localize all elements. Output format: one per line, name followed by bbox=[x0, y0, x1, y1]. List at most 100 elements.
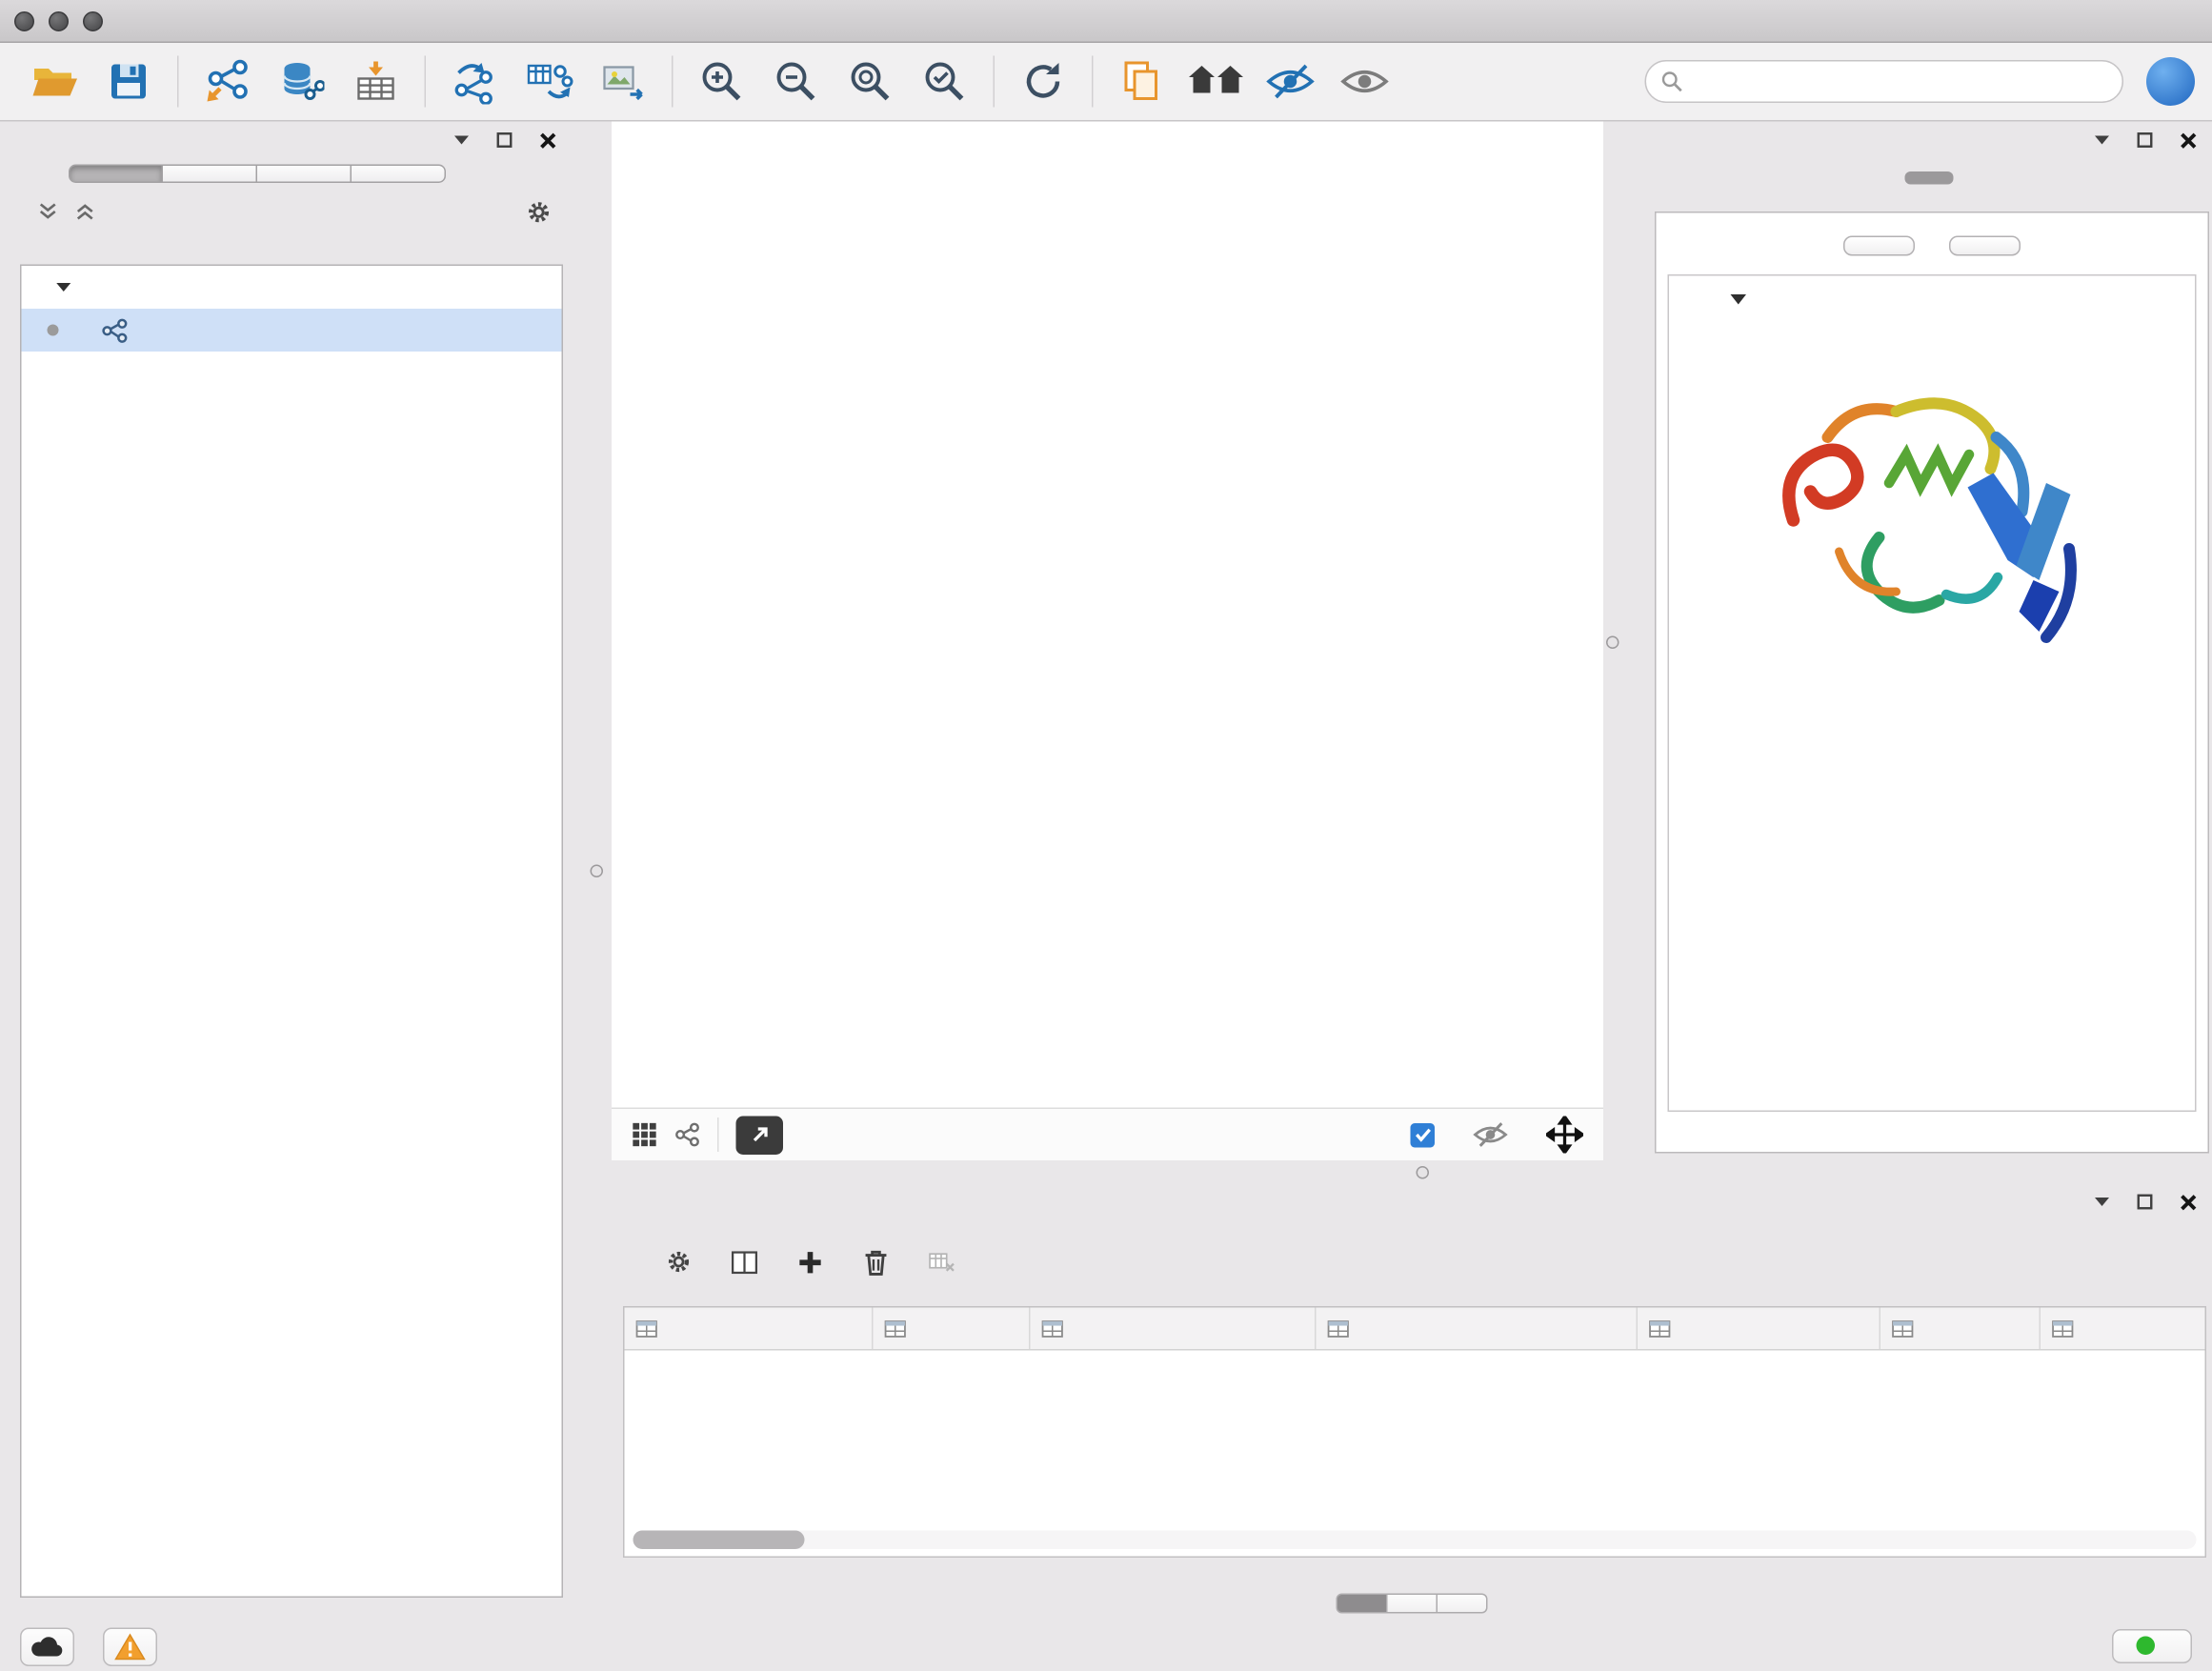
right-splitter-handle[interactable] bbox=[1606, 636, 1619, 650]
tab-style[interactable] bbox=[163, 165, 257, 184]
cell-database-identifier[interactable] bbox=[1317, 1351, 1639, 1391]
grid-view-icon[interactable] bbox=[632, 1122, 657, 1148]
memory-status-dot bbox=[2137, 1637, 2156, 1656]
string-results-body bbox=[1655, 211, 2209, 1154]
warning-icon bbox=[114, 1633, 146, 1661]
column-header-canonical-name[interactable] bbox=[1031, 1308, 1317, 1350]
refresh-layout-button[interactable] bbox=[1006, 49, 1080, 114]
zoom-fit-button[interactable] bbox=[834, 49, 908, 114]
new-network-from-table-button[interactable] bbox=[512, 49, 586, 114]
tab-select[interactable] bbox=[257, 165, 352, 184]
tab-string-results[interactable] bbox=[1905, 171, 1954, 185]
cell-canonical-name[interactable] bbox=[1031, 1351, 1317, 1391]
left-splitter-handle[interactable] bbox=[591, 865, 604, 878]
window-minimize-button[interactable] bbox=[49, 11, 69, 31]
expand-all-networks-icon[interactable] bbox=[71, 199, 97, 225]
table-row[interactable] bbox=[625, 1351, 2207, 1391]
column-header-namespace[interactable] bbox=[2041, 1308, 2206, 1350]
panel-menu-icon[interactable] bbox=[2089, 128, 2115, 153]
disclosure-triangle-icon[interactable] bbox=[56, 282, 72, 293]
table-header-row bbox=[625, 1308, 2207, 1351]
zoom-out-button[interactable] bbox=[759, 49, 834, 114]
copy-document-icon bbox=[1120, 59, 1163, 105]
crosslinks-title bbox=[1669, 723, 2195, 755]
panel-menu-icon[interactable] bbox=[2089, 1189, 2115, 1215]
eye-icon bbox=[1339, 62, 1391, 102]
panel-float-icon[interactable] bbox=[2132, 1189, 2158, 1215]
section-collapse-icon[interactable] bbox=[1729, 293, 1748, 307]
import-table-from-file-button[interactable] bbox=[339, 49, 413, 114]
panel-close-icon[interactable] bbox=[2175, 1189, 2201, 1215]
search-input[interactable] bbox=[1694, 70, 2108, 93]
scrollbar-thumb[interactable] bbox=[633, 1531, 805, 1550]
annotation-copy-button[interactable] bbox=[1105, 49, 1179, 114]
panel-float-icon[interactable] bbox=[492, 128, 517, 153]
column-type-icon bbox=[1892, 1319, 1914, 1337]
cell-shared-name[interactable] bbox=[625, 1351, 874, 1391]
cloud-status-button[interactable] bbox=[20, 1627, 74, 1666]
import-network-from-database-button[interactable] bbox=[265, 49, 339, 114]
save-session-button[interactable] bbox=[91, 49, 166, 114]
delete-column-icon[interactable] bbox=[863, 1249, 889, 1275]
tab-edge-table[interactable] bbox=[1388, 1594, 1438, 1614]
horizontal-scrollbar[interactable] bbox=[633, 1531, 2197, 1550]
show-panels-button[interactable] bbox=[1328, 49, 1402, 114]
hide-panels-button[interactable] bbox=[1254, 49, 1328, 114]
network-icon bbox=[102, 318, 130, 343]
table-type-tabs bbox=[612, 1594, 2212, 1614]
zoom-in-button[interactable] bbox=[685, 49, 759, 114]
open-session-button[interactable] bbox=[17, 49, 91, 114]
panel-menu-icon[interactable] bbox=[449, 128, 474, 153]
memory-button[interactable] bbox=[2112, 1630, 2192, 1664]
cell-description[interactable] bbox=[1638, 1351, 1880, 1391]
expand-all-button[interactable] bbox=[1843, 236, 1915, 256]
tab-sets[interactable] bbox=[352, 165, 446, 184]
network-graph-canvas[interactable] bbox=[612, 122, 1603, 1108]
home-panels-button[interactable] bbox=[1179, 49, 1254, 114]
help-button[interactable] bbox=[2146, 57, 2195, 106]
import-network-from-file-button[interactable] bbox=[191, 49, 265, 114]
column-header-database-identifier[interactable] bbox=[1317, 1308, 1639, 1350]
column-header-description[interactable] bbox=[1638, 1308, 1880, 1350]
warnings-button[interactable] bbox=[103, 1627, 157, 1666]
zoom-fit-icon bbox=[848, 59, 894, 105]
search-box[interactable] bbox=[1645, 60, 2124, 103]
panel-close-icon[interactable] bbox=[534, 128, 560, 153]
cell-namespace[interactable] bbox=[2041, 1351, 2206, 1391]
open-in-new-window-button[interactable] bbox=[736, 1116, 784, 1155]
show-columns-icon[interactable] bbox=[732, 1249, 757, 1275]
export-image-button[interactable] bbox=[586, 49, 660, 114]
column-type-icon bbox=[1328, 1319, 1350, 1337]
collapse-all-networks-icon[interactable] bbox=[34, 199, 60, 225]
tab-network[interactable] bbox=[69, 165, 163, 184]
column-header-shared-name[interactable] bbox=[625, 1308, 874, 1350]
column-header-id[interactable] bbox=[1880, 1308, 2041, 1350]
cell-name[interactable] bbox=[874, 1351, 1031, 1391]
panel-float-icon[interactable] bbox=[2132, 128, 2158, 153]
column-header-name[interactable] bbox=[874, 1308, 1031, 1350]
table-settings-gear-icon[interactable] bbox=[666, 1249, 692, 1275]
delete-table-icon[interactable] bbox=[929, 1249, 955, 1275]
network-row-selected[interactable] bbox=[22, 309, 562, 352]
window-zoom-button[interactable] bbox=[83, 11, 103, 31]
panel-close-icon[interactable] bbox=[2175, 128, 2201, 153]
current-network-dot bbox=[48, 325, 59, 336]
tab-node-table[interactable] bbox=[1337, 1594, 1388, 1614]
horizontal-splitter-handle[interactable] bbox=[1417, 1166, 1430, 1179]
network-options-gear-icon[interactable] bbox=[526, 199, 552, 225]
cell-id[interactable] bbox=[1880, 1351, 2041, 1391]
tab-network-table[interactable] bbox=[1438, 1594, 1488, 1614]
add-column-icon[interactable] bbox=[797, 1249, 823, 1275]
collapse-all-button[interactable] bbox=[1949, 236, 2021, 256]
results-panel bbox=[1646, 122, 2212, 1176]
pan-crosshair-icon[interactable] bbox=[1546, 1117, 1583, 1154]
main-toolbar bbox=[0, 43, 2212, 122]
new-network-from-selection-button[interactable] bbox=[437, 49, 512, 114]
zoom-selected-button[interactable] bbox=[908, 49, 982, 114]
status-bar bbox=[0, 1622, 2212, 1671]
network-view-mode-icon[interactable] bbox=[674, 1122, 700, 1148]
window-close-button[interactable] bbox=[14, 11, 34, 31]
control-panel-tabs bbox=[69, 165, 572, 184]
network-collection-row[interactable] bbox=[22, 266, 562, 309]
selected-nodes-checkbox[interactable] bbox=[1411, 1122, 1436, 1147]
